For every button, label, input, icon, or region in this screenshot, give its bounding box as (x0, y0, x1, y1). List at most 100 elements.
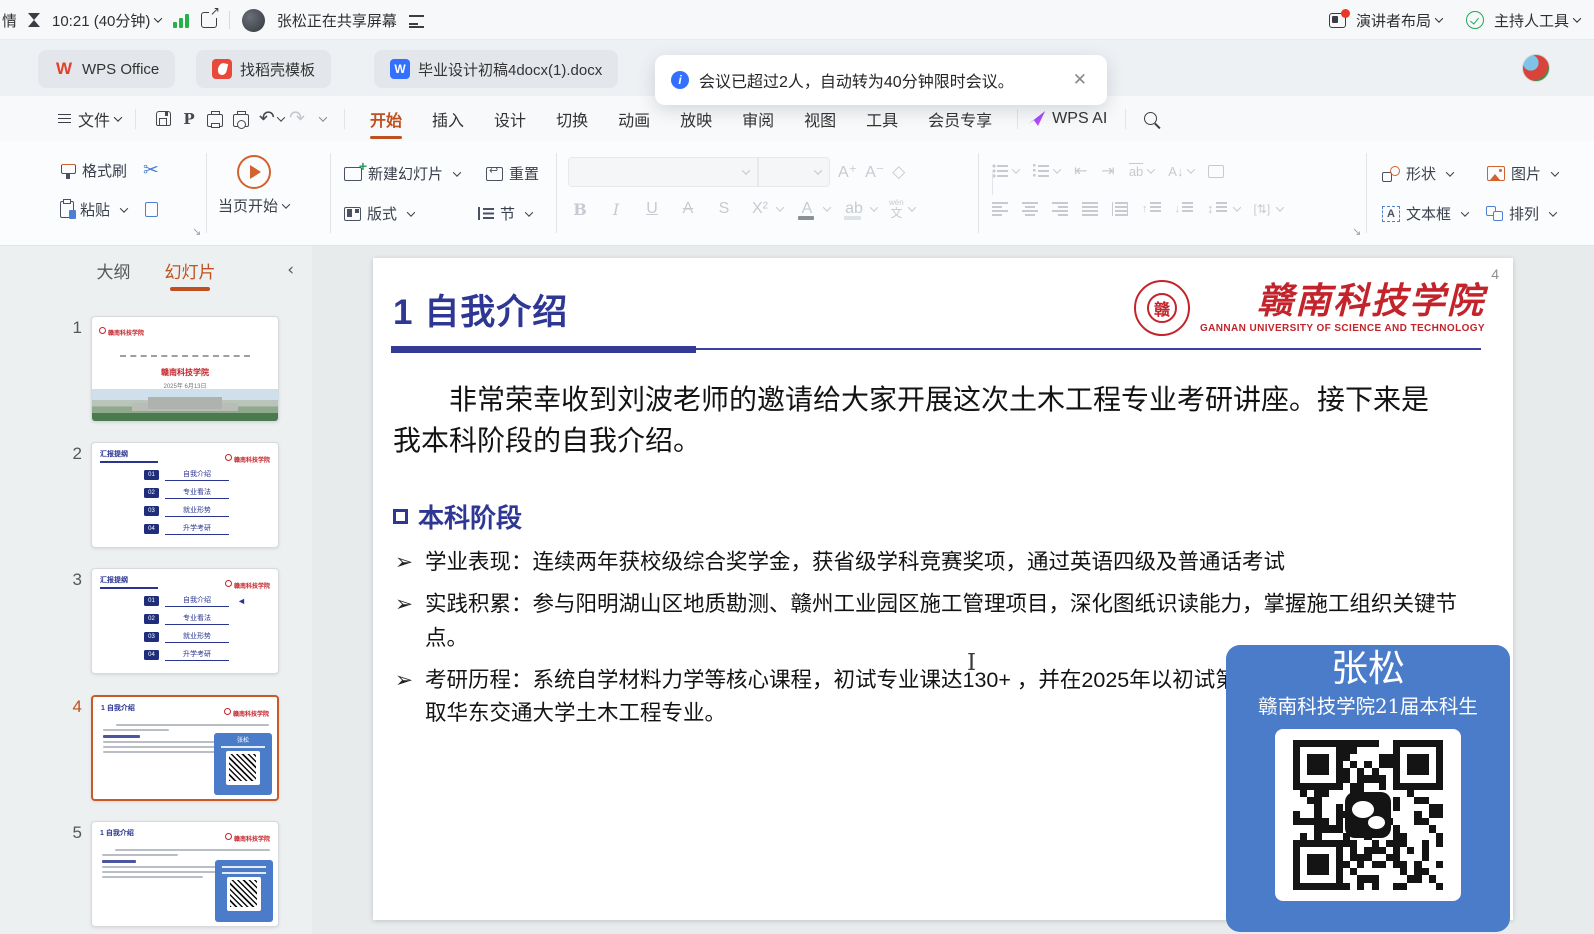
slide-thumbnail-4-selected[interactable]: 1 自我介绍 赣南科技学院 张松 (91, 695, 279, 801)
increase-indent-button: ⇥ (1101, 161, 1114, 181)
thumb-number: 1 (58, 316, 82, 422)
picture-button[interactable]: 图片 (1487, 163, 1558, 184)
tab-document[interactable]: W 毕业设计初稿4docx(1).docx (374, 50, 618, 88)
mini-qr-card (215, 860, 273, 922)
doc-file-icon: W (390, 59, 410, 79)
tab-docer-templates[interactable]: 找稻壳模板 (196, 50, 331, 88)
tab-slides[interactable]: 幻灯片 (165, 258, 216, 291)
ribbon-toolbar: 格式刷 ✂ 粘贴 ↘ 当页开始 新建幻灯片 重置 版式 (0, 141, 1594, 246)
arrange-button[interactable]: 排列 (1486, 203, 1556, 224)
paste-button[interactable]: 粘贴 (60, 199, 127, 220)
slide-layout-button[interactable]: 版式 (344, 203, 414, 224)
share-screen-icon[interactable] (201, 12, 217, 28)
format-painter-button[interactable]: 格式刷 (60, 160, 127, 181)
justify-button (1082, 202, 1098, 216)
new-slide-icon (344, 167, 362, 181)
quickbar-customize-button[interactable] (319, 113, 327, 121)
reset-slide-button[interactable]: 重置 (486, 163, 539, 184)
slide-panel: 大纲 幻灯片 ‹ 1 赣南科技学院 赣南科技学院 2025年 6月13日 2 汇… (0, 246, 312, 934)
paragraph-group-expand[interactable]: ↘ (1352, 225, 1361, 238)
slide-page-number: 4 (1491, 266, 1499, 282)
print-button[interactable] (202, 106, 228, 132)
layout-icon (344, 207, 361, 221)
meeting-time: 10:21 (40分钟) (52, 10, 150, 31)
align-right-button (1052, 202, 1068, 216)
arrow-bullet-marker: ➢ (395, 546, 425, 579)
sharing-options-icon[interactable] (409, 14, 424, 26)
increase-font-button: A⁺ (838, 162, 857, 182)
slide-canvas[interactable]: 4 1 自我介绍 赣 赣南科技学院 GANNAN UNIVERSITY OF S… (373, 258, 1513, 920)
meeting-limit-toast: i 会议已超过2人，自动转为40分钟限时会议。 ✕ (655, 55, 1107, 105)
text-direction-button: ab (1129, 163, 1154, 179)
toast-text: 会议已超过2人，自动转为40分钟限时会议。 (699, 68, 1059, 92)
slide-thumbnail-1[interactable]: 赣南科技学院 赣南科技学院 2025年 6月13日 (91, 316, 279, 422)
file-menu[interactable]: 文件 (58, 107, 121, 131)
host-tools-button[interactable]: 主持人工具 (1494, 10, 1580, 31)
tab-wps-home[interactable]: W WPS Office (38, 50, 175, 88)
tab-outline[interactable]: 大纲 (97, 258, 131, 291)
slide-thumbnail-2[interactable]: 汇报提纲 赣南科技学院 01自我介绍 02专业看法 03就业形势 04升学考研 (91, 442, 279, 548)
presenter-layout-button[interactable]: 演讲者布局 (1356, 10, 1442, 31)
slide-thumbnail-3[interactable]: 汇报提纲 赣南科技学院 01自我介绍◄ 02专业看法 03就业形势 04升学考研 (91, 568, 279, 674)
ribbon-tab-design[interactable]: 设计 (494, 96, 526, 141)
section-button[interactable]: 节 (478, 203, 532, 224)
reset-icon (486, 167, 503, 181)
shapes-button[interactable]: 形状 (1382, 163, 1453, 184)
qr-code (1275, 729, 1461, 901)
cover-school-name: 赣南科技学院 (92, 367, 278, 378)
wps-ai-button[interactable]: WPS AI (1028, 110, 1107, 128)
new-slide-button[interactable]: 新建幻灯片 (344, 163, 460, 184)
account-avatar[interactable] (1522, 54, 1550, 82)
contact-qr-card[interactable]: 张松 赣南科技学院21届本科生 (1226, 645, 1510, 932)
wps-logo-icon: W (54, 59, 74, 79)
arrow-bullet-marker: ➢ (395, 664, 425, 731)
strikethrough-button: A (676, 197, 700, 221)
textbox-icon: A (1382, 206, 1400, 222)
university-logo: 赣 赣南科技学院 GANNAN UNIVERSITY OF SCIENCE AN… (1134, 280, 1485, 336)
pointer-arrow-icon: ◄ (237, 596, 246, 606)
ribbon-tab-animation[interactable]: 动画 (618, 96, 650, 141)
italic-button: I (604, 197, 628, 221)
section-heading[interactable]: 本科阶段 (393, 498, 522, 535)
decrease-font-button: A⁻ (865, 162, 884, 182)
ribbon-tab-transition[interactable]: 切换 (556, 96, 588, 141)
undo-button[interactable]: ↶ (254, 106, 280, 132)
hollow-square-bullet (393, 509, 408, 524)
shapes-icon (1382, 166, 1400, 182)
ribbon-tab-home[interactable]: 开始 (370, 96, 402, 141)
export-pdf-button[interactable]: P (176, 106, 202, 132)
toast-close-button[interactable]: ✕ (1069, 68, 1091, 92)
cover-dashed-line (120, 355, 250, 357)
convert-smartart-icon (1208, 165, 1224, 178)
picture-icon (1487, 166, 1505, 181)
qr-card-subtitle: 赣南科技学院21届本科生 (1258, 690, 1478, 719)
logo-chinese-name: 赣南科技学院 (1257, 283, 1485, 319)
intro-paragraph[interactable]: 非常荣幸收到刘波老师的邀请给大家开展这次土木工程专业考研讲座。接下来是我本科阶段… (393, 380, 1438, 461)
meeting-time-dropdown[interactable]: 10:21 (40分钟) (52, 10, 161, 31)
clipped-meeting-label: 情 (2, 10, 16, 31)
highlight-button: ab (842, 197, 877, 221)
wps-ai-icon (1028, 111, 1045, 126)
copy-button[interactable] (145, 202, 158, 217)
align-left-button (992, 202, 1008, 216)
line-spacing-button: ↕ (1207, 201, 1240, 216)
cut-button[interactable]: ✂ (143, 159, 159, 182)
superscript-button: X² (748, 197, 783, 221)
ribbon-tab-insert[interactable]: 插入 (432, 96, 464, 141)
print-preview-button[interactable] (228, 106, 254, 132)
clipboard-group-expand[interactable]: ↘ (192, 225, 201, 238)
collapse-panel-button[interactable]: ‹ (287, 260, 294, 280)
search-icon[interactable] (1144, 112, 1157, 125)
align-center-button (1022, 202, 1038, 216)
space-after-button: ↓ (1175, 202, 1194, 216)
slide-title[interactable]: 1 自我介绍 (393, 284, 568, 335)
textbox-button[interactable]: A 文本框 (1382, 203, 1468, 224)
text-cursor: I (967, 650, 981, 674)
play-from-current-button[interactable]: 当页开始 (218, 155, 289, 216)
save-button[interactable] (150, 106, 176, 132)
slide-thumbnail-5[interactable]: 1 自我介绍 赣南科技学院 (91, 821, 279, 927)
bullets-button (992, 164, 1019, 178)
text-rotate-button: A↓ (1168, 164, 1194, 179)
network-signal-icon (173, 12, 189, 28)
redo-button: ↷ (284, 106, 310, 132)
